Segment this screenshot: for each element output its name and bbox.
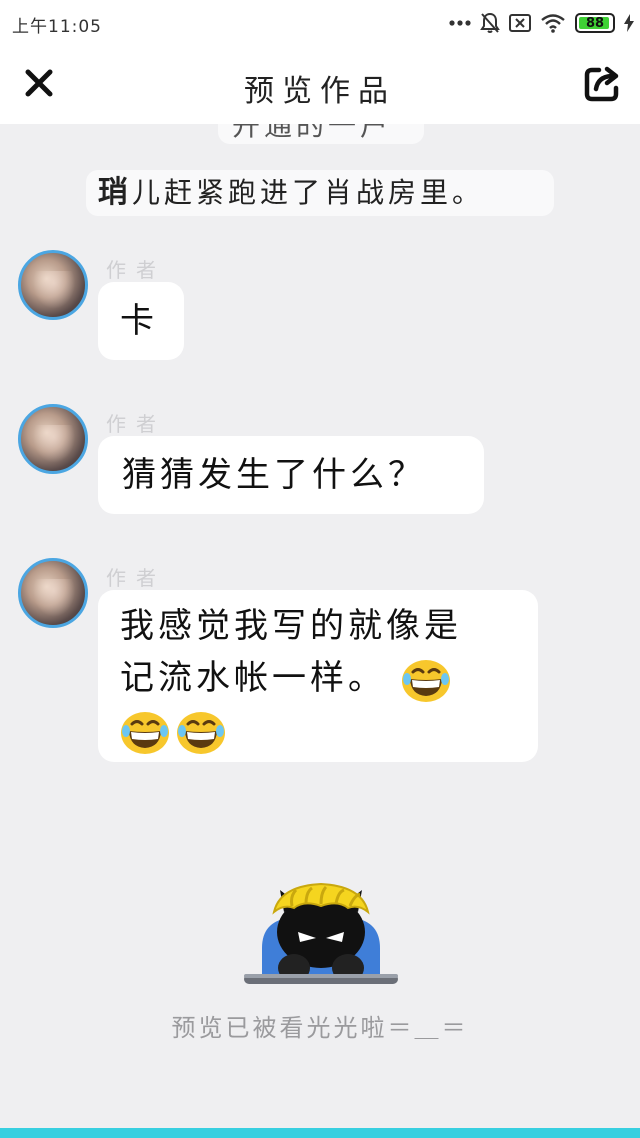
status-icons: 88 — [449, 10, 634, 36]
message-text: 猜猜发生了什么？ — [122, 455, 426, 495]
sim-off-icon — [509, 14, 531, 32]
author-label: 作者 — [106, 412, 166, 436]
grinning-face-icon — [177, 712, 225, 754]
message-bubble: 我感觉我写的就像是 记流水帐一样。 — [98, 590, 538, 762]
message-line: 记流水帐一样。 — [120, 658, 386, 698]
author-avatar[interactable] — [18, 404, 88, 474]
message-text: 卡 — [120, 301, 158, 341]
message-bubble: 猜猜发生了什么？ — [98, 436, 484, 514]
story-content: 开通的一户 琑儿赶紧跑进了肖战房里。 作者 卡 作者 猜猜发生了什么？ 作者 我… — [0, 124, 640, 1128]
message-line-with-emoji: 记流水帐一样。 — [120, 652, 516, 704]
battery-level: 88 — [585, 15, 605, 31]
bottom-accent-bar — [0, 1128, 640, 1138]
peeking-mascot-icon — [244, 882, 398, 984]
wifi-icon — [541, 14, 565, 33]
grinning-face-icon — [401, 660, 450, 702]
charging-icon — [624, 14, 634, 32]
author-label: 作者 — [106, 258, 166, 282]
share-icon[interactable] — [582, 64, 622, 104]
narration-text: 儿赶紧跑进了肖战房里。 — [132, 176, 485, 209]
narration-first-char: 琑 — [98, 175, 132, 210]
message-bubble: 卡 — [98, 282, 184, 360]
narration-partial: 开通的一户 — [218, 124, 424, 144]
page-title: 预览作品 — [244, 74, 396, 109]
status-bar: 上午11:05 88 — [0, 0, 640, 46]
narration-partial-text: 开通的一户 — [232, 124, 393, 142]
end-caption: 预览已被看光光啦＝＿＝ — [171, 1014, 469, 1042]
author-avatar[interactable] — [18, 558, 88, 628]
author-label: 作者 — [106, 566, 166, 590]
more-dots-icon — [449, 20, 471, 26]
grinning-face-icon — [121, 712, 169, 754]
bell-muted-icon — [480, 12, 500, 33]
narration-bubble: 琑儿赶紧跑进了肖战房里。 — [86, 170, 554, 216]
status-time: 上午11:05 — [12, 17, 102, 37]
emoji-row — [120, 709, 226, 755]
battery-icon: 88 — [575, 13, 615, 33]
author-avatar[interactable] — [18, 250, 88, 320]
message-line: 我感觉我写的就像是 — [120, 606, 462, 646]
nav-bar: 预览作品 — [0, 46, 640, 124]
